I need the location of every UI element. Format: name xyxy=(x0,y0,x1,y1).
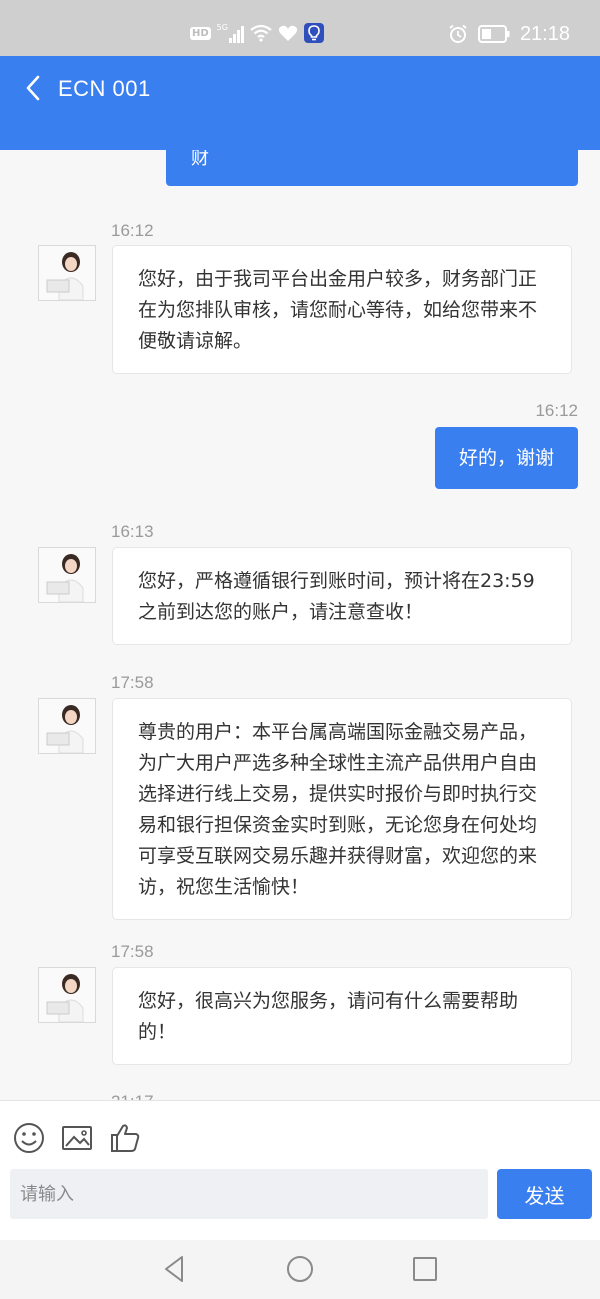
chevron-left-icon[interactable] xyxy=(20,74,48,102)
nav-back-icon[interactable] xyxy=(160,1254,190,1284)
support-agent-avatar-icon xyxy=(39,699,95,753)
network-type-label: 5G xyxy=(216,23,228,32)
message-timestamp: 17:58 xyxy=(111,673,154,692)
avatar[interactable] xyxy=(38,245,96,301)
wifi-icon xyxy=(250,24,272,42)
incoming-message-bubble: 您好，严格遵循银行到账时间，预计将在23:59之前到达您的账户，请注意查收！ xyxy=(112,547,572,645)
status-right: 21:18 xyxy=(448,20,570,48)
battery-icon xyxy=(477,25,510,43)
status-left: HD 5G xyxy=(190,20,324,46)
outgoing-message-bubble: 好的，谢谢 xyxy=(434,427,578,489)
chat-header: ECN 001 xyxy=(0,56,600,150)
send-button[interactable]: 发送 xyxy=(497,1169,592,1219)
network-5g-icon: 5G xyxy=(217,23,244,43)
message-timestamp: 16:12 xyxy=(111,221,154,240)
status-time: 21:18 xyxy=(519,22,570,45)
system-nav-bar xyxy=(0,1240,600,1299)
status-bar: HD 5G 21:18 xyxy=(0,0,600,56)
support-agent-avatar-icon xyxy=(39,548,95,602)
support-agent-avatar-icon xyxy=(39,246,95,300)
support-agent-avatar-icon xyxy=(39,968,95,1022)
lightbulb-icon xyxy=(303,23,324,43)
avatar[interactable] xyxy=(38,698,96,754)
chat-area[interactable]: 财 16:12 您好，由于我司平台出金用户较多，财务部门正在为您排队审核，请您耐… xyxy=(0,150,600,1100)
incoming-message-bubble: 尊贵的用户：本平台属高端国际金融交易产品，为广大用户严选多种全球性主流产品供用户… xyxy=(112,698,572,920)
message-timestamp-partial: 21:17 xyxy=(111,1092,154,1100)
incoming-message-bubble: 您好，很高兴为您服务，请问有什么需要帮助的！ xyxy=(112,967,572,1065)
image-icon[interactable] xyxy=(60,1121,94,1155)
alarm-icon xyxy=(449,24,467,43)
input-toolbar: 发送 xyxy=(0,1100,600,1241)
avatar[interactable] xyxy=(38,547,96,603)
avatar[interactable] xyxy=(38,967,96,1023)
message-timestamp: 17:58 xyxy=(111,942,154,961)
thumbs-up-icon[interactable] xyxy=(108,1121,142,1155)
nav-home-icon[interactable] xyxy=(285,1254,315,1284)
message-input[interactable] xyxy=(10,1169,488,1219)
emoji-icon[interactable] xyxy=(12,1121,46,1155)
outgoing-bubble-partial: 财 xyxy=(166,150,578,186)
incoming-message-bubble: 您好，由于我司平台出金用户较多，财务部门正在为您排队审核，请您耐心等待，如给您带… xyxy=(112,245,572,374)
message-timestamp: 16:13 xyxy=(111,522,154,541)
message-timestamp: 16:12 xyxy=(535,401,578,420)
heart-icon xyxy=(278,25,298,41)
hd-badge: HD xyxy=(190,26,211,40)
page-title: ECN 001 xyxy=(58,76,151,101)
nav-recents-icon[interactable] xyxy=(410,1254,440,1284)
